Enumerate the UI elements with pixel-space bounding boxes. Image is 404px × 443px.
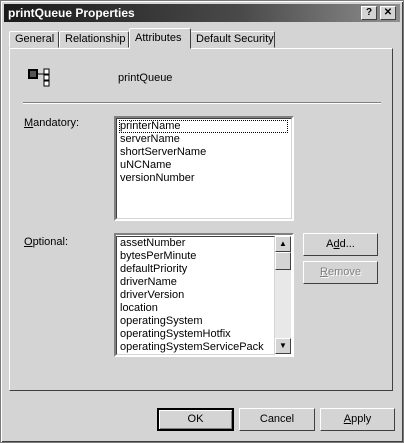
scroll-up-arrow-icon[interactable]: ▲: [275, 236, 291, 252]
cancel-button[interactable]: Cancel: [239, 408, 315, 431]
mandatory-list-item[interactable]: serverName: [117, 133, 291, 146]
tab-relationship[interactable]: Relationship: [59, 31, 129, 48]
optional-list-item[interactable]: operatingSystemServicePack: [117, 341, 274, 354]
optional-list-item[interactable]: assetNumber: [117, 237, 274, 250]
object-name: printQueue: [118, 72, 173, 84]
title-bar[interactable]: printQueue Properties ? ✕: [4, 4, 400, 22]
mandatory-list[interactable]: printerName serverName shortServerName uNCN…: [114, 116, 294, 221]
optional-list-item[interactable]: operatingSystem: [117, 315, 274, 328]
mandatory-label: Mandatory:: [24, 117, 80, 129]
mandatory-list-item[interactable]: versionNumber: [117, 172, 291, 185]
apply-button[interactable]: Apply: [320, 408, 395, 431]
optional-list-item[interactable]: operatingSystemHotfix: [117, 328, 274, 341]
tab-general[interactable]: General: [9, 31, 59, 48]
mandatory-list-item[interactable]: printerName: [119, 120, 288, 133]
add-button[interactable]: Add...: [303, 233, 378, 256]
separator: [23, 102, 381, 104]
window-title: printQueue Properties: [8, 6, 135, 20]
ok-button[interactable]: OK: [157, 408, 234, 431]
optional-list-scrollbar[interactable]: ▲ ▼: [275, 236, 291, 354]
optional-list[interactable]: assetNumber bytesPerMinute defaultPriority…: [114, 233, 294, 357]
class-object-icon: [28, 68, 50, 87]
scroll-down-arrow-icon[interactable]: ▼: [275, 338, 291, 354]
optional-list-item[interactable]: driverVersion: [117, 289, 274, 302]
mandatory-list-item[interactable]: uNCName: [117, 159, 291, 172]
help-button[interactable]: ?: [361, 6, 377, 20]
tab-attributes[interactable]: Attributes: [129, 28, 191, 49]
optional-label: Optional:: [24, 236, 69, 248]
close-button[interactable]: ✕: [380, 6, 396, 20]
remove-button[interactable]: Remove: [303, 261, 378, 284]
scroll-thumb[interactable]: [275, 252, 291, 270]
mandatory-list-item[interactable]: shortServerName: [117, 146, 291, 159]
tab-default-security[interactable]: Default Security: [190, 31, 275, 48]
optional-list-item[interactable]: location: [117, 302, 274, 315]
optional-list-item[interactable]: operatingSystemVersion: [117, 354, 274, 355]
optional-list-item[interactable]: driverName: [117, 276, 274, 289]
optional-list-item[interactable]: bytesPerMinute: [117, 250, 274, 263]
optional-list-item[interactable]: defaultPriority: [117, 263, 274, 276]
